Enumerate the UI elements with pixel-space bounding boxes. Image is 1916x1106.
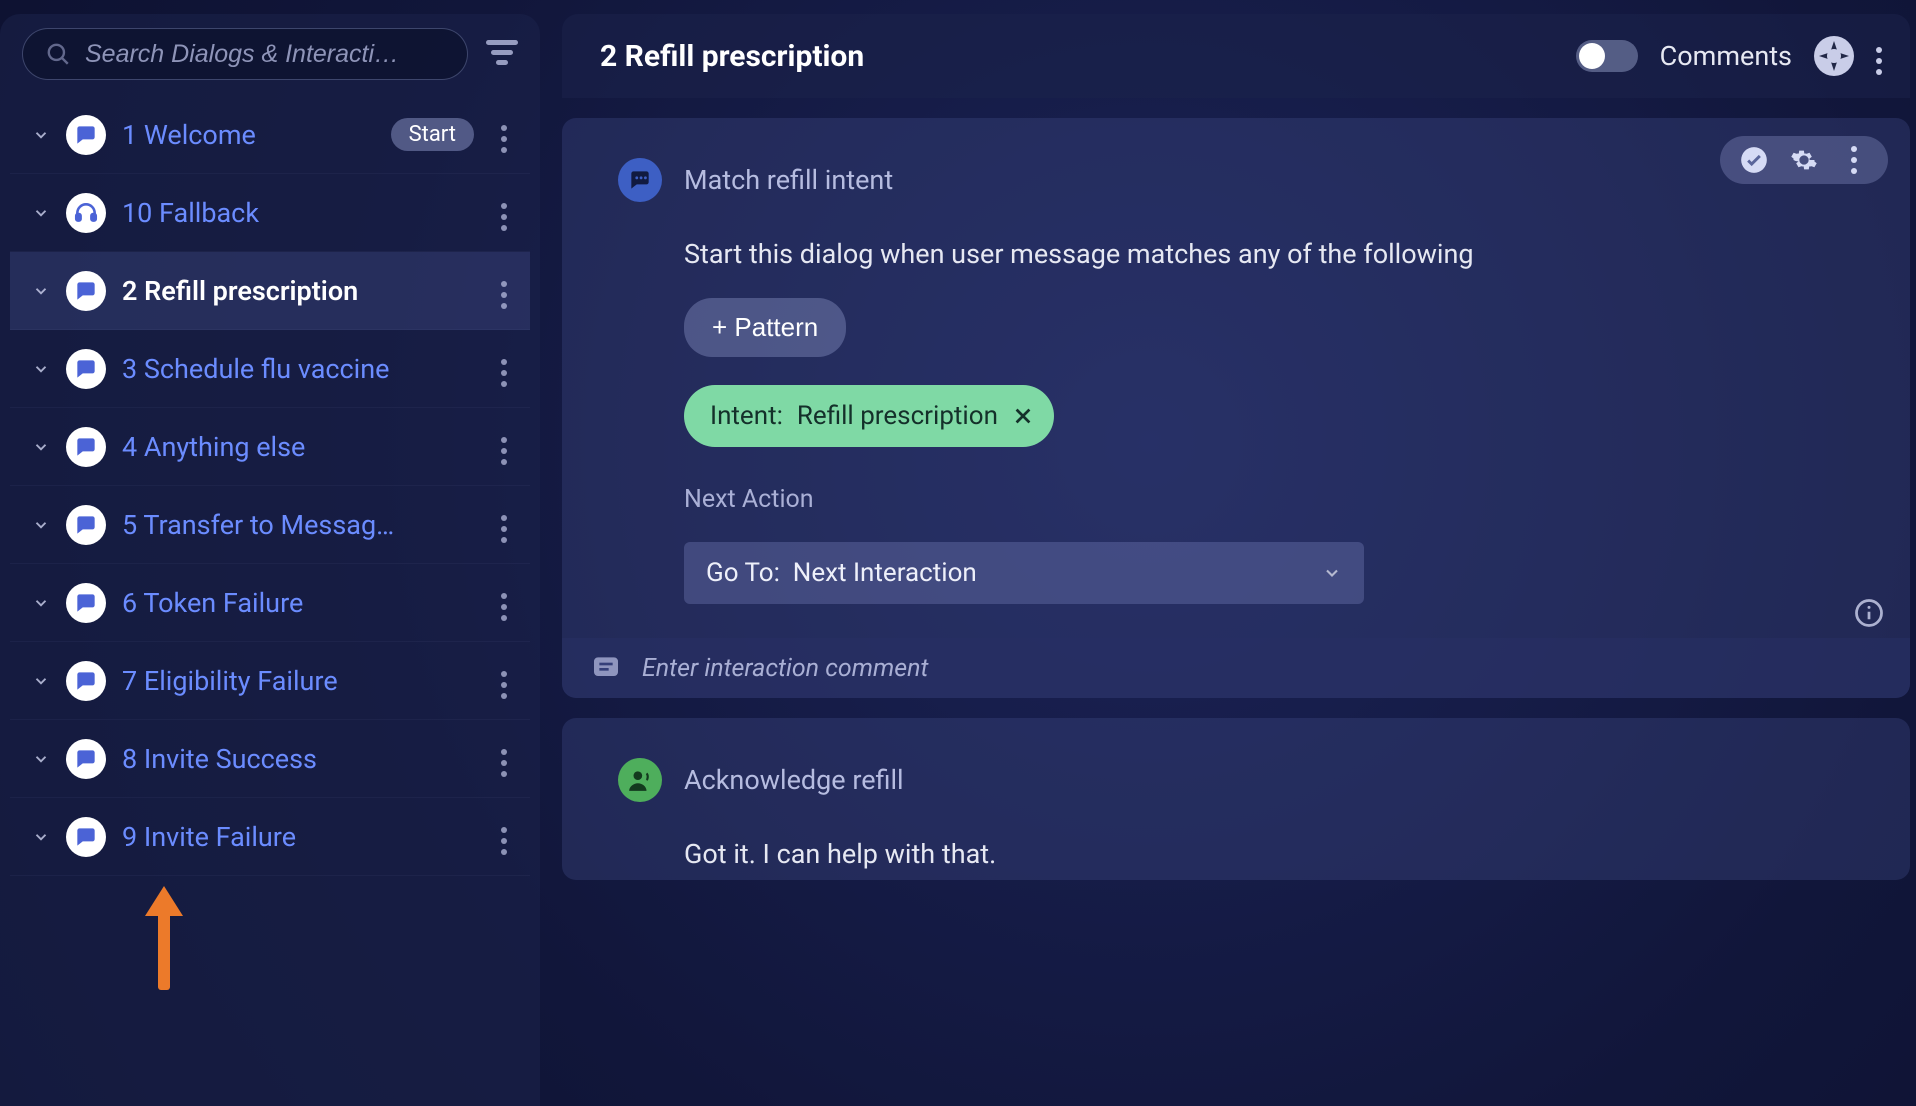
- sidebar-item-welcome[interactable]: 1 Welcome Start: [10, 96, 530, 174]
- sidebar-item-label: 4 Anything else: [122, 431, 474, 463]
- chevron-down-icon: [32, 594, 50, 612]
- page-title: 2 Refill prescription: [600, 39, 1554, 74]
- dialog-list: 1 Welcome Start 10 Fallback 2 Refill pre…: [10, 96, 530, 876]
- headset-icon: [66, 193, 106, 233]
- next-action-select[interactable]: Go To: Next Interaction: [684, 542, 1364, 604]
- sidebar: 1 Welcome Start 10 Fallback 2 Refill pre…: [0, 14, 540, 1106]
- intent-chip-prefix: Intent:: [710, 401, 783, 431]
- item-menu-button[interactable]: [490, 350, 518, 387]
- sidebar-item-invite-failure[interactable]: 9 Invite Failure: [10, 798, 530, 876]
- card-head: Acknowledge refill: [618, 758, 1854, 802]
- sidebar-item-schedule-flu[interactable]: 3 Schedule flu vaccine: [10, 330, 530, 408]
- sidebar-item-token-failure[interactable]: 6 Token Failure: [10, 564, 530, 642]
- card-head: Match refill intent: [618, 158, 1854, 202]
- sidebar-item-refill-prescription[interactable]: 2 Refill prescription: [10, 252, 530, 330]
- item-menu-button[interactable]: [490, 272, 518, 309]
- chat-icon: [66, 115, 106, 155]
- chevron-down-icon: [32, 438, 50, 456]
- sidebar-item-label: 3 Schedule flu vaccine: [122, 353, 474, 385]
- sidebar-item-label: 5 Transfer to Messag…: [122, 509, 474, 541]
- intent-card: Match refill intent Start this dialog wh…: [562, 118, 1910, 698]
- search-wrap[interactable]: [22, 28, 468, 80]
- item-menu-button[interactable]: [490, 194, 518, 231]
- item-menu-button[interactable]: [490, 428, 518, 465]
- user-speaking-icon: [618, 758, 662, 802]
- acknowledge-text: Got it. I can help with that.: [618, 838, 1854, 870]
- chat-icon: [66, 661, 106, 701]
- sidebar-item-invite-success[interactable]: 8 Invite Success: [10, 720, 530, 798]
- card-actions: [1720, 136, 1888, 184]
- sidebar-item-label: 8 Invite Success: [122, 743, 474, 775]
- select-value: Next Interaction: [793, 558, 977, 588]
- chat-icon: [66, 271, 106, 311]
- acknowledge-card-title: Acknowledge refill: [684, 764, 904, 796]
- item-menu-button[interactable]: [490, 506, 518, 543]
- check-icon[interactable]: [1740, 146, 1768, 174]
- chat-icon: [66, 349, 106, 389]
- add-pattern-button[interactable]: + Pattern: [684, 298, 846, 357]
- chat-icon: [66, 505, 106, 545]
- intent-chip: Intent: Refill prescription: [684, 385, 1054, 447]
- annotation-arrow-icon: [145, 880, 185, 1000]
- main: 2 Refill prescription Comments: [562, 14, 1916, 1106]
- start-badge: Start: [391, 118, 474, 151]
- search-icon: [45, 41, 71, 67]
- item-menu-button[interactable]: [490, 116, 518, 153]
- item-menu-button[interactable]: [490, 584, 518, 621]
- sidebar-item-transfer[interactable]: 5 Transfer to Messag…: [10, 486, 530, 564]
- chevron-down-icon: [32, 516, 50, 534]
- chat-icon: [66, 739, 106, 779]
- search-input[interactable]: [85, 40, 445, 69]
- comment-placeholder: Enter interaction comment: [642, 654, 928, 683]
- chat-icon: [66, 583, 106, 623]
- sidebar-item-label: 1 Welcome: [122, 119, 375, 151]
- chevron-down-icon: [1322, 563, 1342, 583]
- speech-bubble-icon: [618, 158, 662, 202]
- intent-description: Start this dialog when user message matc…: [684, 238, 1854, 270]
- intent-card-title: Match refill intent: [684, 164, 893, 196]
- item-menu-button[interactable]: [490, 662, 518, 699]
- comments-label: Comments: [1660, 40, 1792, 72]
- sidebar-item-label: 10 Fallback: [122, 197, 474, 229]
- help-icon[interactable]: [1814, 36, 1854, 76]
- filter-icon[interactable]: [486, 40, 518, 68]
- chat-icon: [66, 817, 106, 857]
- sidebar-item-label: 6 Token Failure: [122, 587, 474, 619]
- info-icon[interactable]: [1854, 598, 1884, 628]
- card-menu-button[interactable]: [1840, 146, 1868, 174]
- item-menu-button[interactable]: [490, 740, 518, 777]
- chevron-down-icon: [32, 204, 50, 222]
- chevron-down-icon: [32, 282, 50, 300]
- select-prefix: Go To:: [706, 558, 780, 588]
- sidebar-item-eligibility-failure[interactable]: 7 Eligibility Failure: [10, 642, 530, 720]
- chevron-down-icon: [32, 750, 50, 768]
- item-menu-button[interactable]: [490, 818, 518, 855]
- remove-chip-icon[interactable]: [1012, 405, 1034, 427]
- sidebar-top: [10, 28, 530, 96]
- gear-icon[interactable]: [1790, 146, 1818, 174]
- intent-chip-value: Refill prescription: [797, 401, 998, 431]
- chevron-down-icon: [32, 828, 50, 846]
- comment-icon: [590, 652, 622, 684]
- sidebar-item-label: 9 Invite Failure: [122, 821, 474, 853]
- app-root: 1 Welcome Start 10 Fallback 2 Refill pre…: [0, 0, 1916, 1106]
- sidebar-item-label: 7 Eligibility Failure: [122, 665, 474, 697]
- chevron-down-icon: [32, 360, 50, 378]
- main-header: 2 Refill prescription Comments: [562, 14, 1910, 98]
- next-action-label: Next Action: [684, 485, 1854, 514]
- sidebar-item-fallback[interactable]: 10 Fallback: [10, 174, 530, 252]
- chat-icon: [66, 427, 106, 467]
- main-menu-button[interactable]: [1876, 38, 1882, 75]
- sidebar-item-anything-else[interactable]: 4 Anything else: [10, 408, 530, 486]
- chevron-down-icon: [32, 672, 50, 690]
- sidebar-item-label: 2 Refill prescription: [122, 275, 474, 307]
- chevron-down-icon: [32, 126, 50, 144]
- comments-toggle[interactable]: [1576, 40, 1638, 72]
- comment-row[interactable]: Enter interaction comment: [562, 638, 1910, 698]
- acknowledge-card: Acknowledge refill Got it. I can help wi…: [562, 718, 1910, 880]
